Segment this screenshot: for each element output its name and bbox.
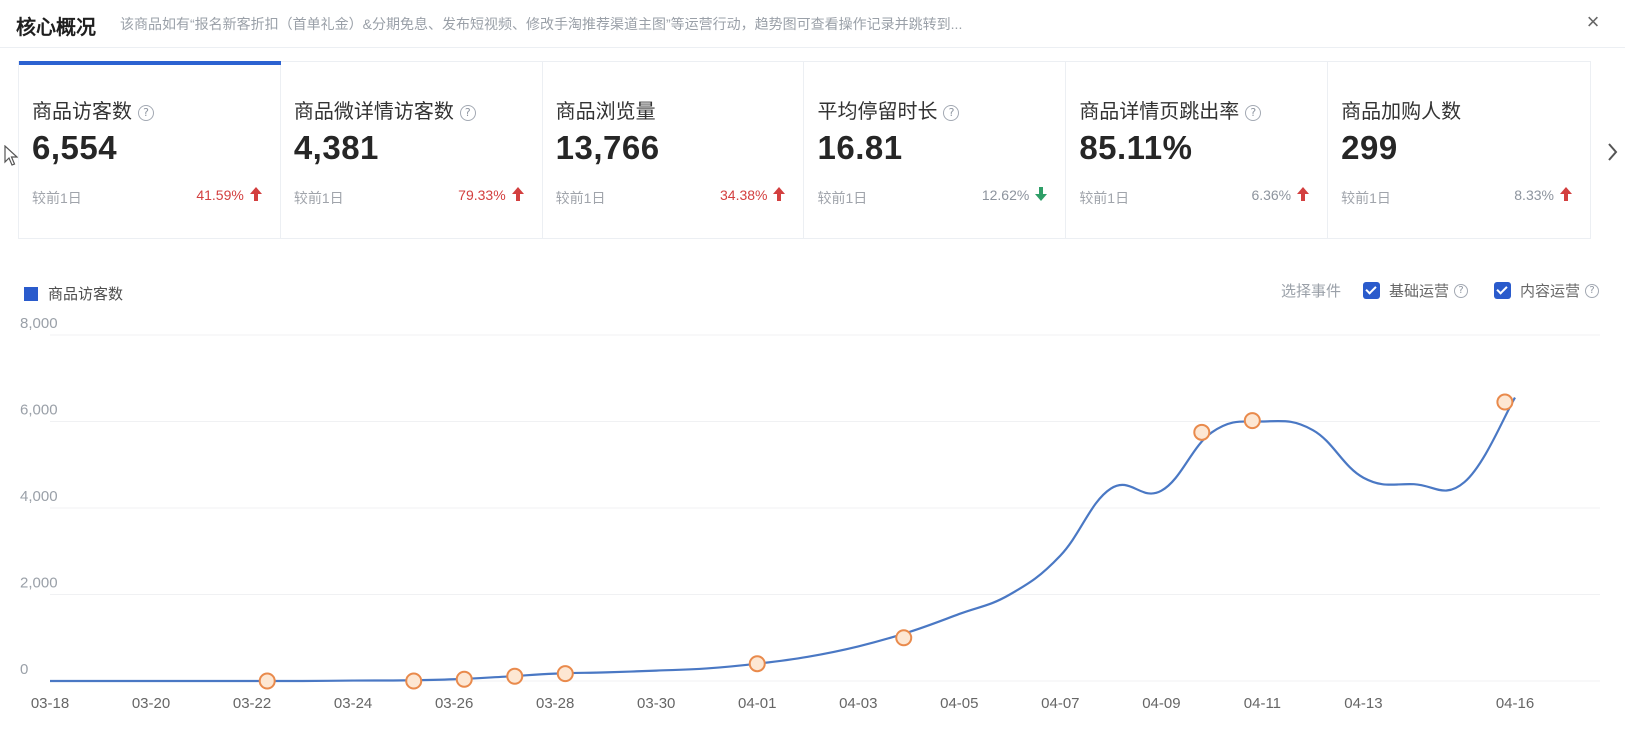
metric-change: 34.38% — [720, 187, 786, 203]
x-tick-label: 03-20 — [132, 695, 170, 712]
metric-compare-label: 较前1日 — [817, 190, 868, 206]
metric-change-value: 34.38% — [720, 187, 768, 203]
series-line-visitors — [50, 396, 1516, 683]
metric-change: 6.36% — [1251, 187, 1310, 203]
metric-label: 平均停留时长 — [817, 101, 938, 123]
x-tick-label: 04-01 — [738, 695, 776, 712]
event-marker[interactable] — [748, 655, 766, 673]
event-marker[interactable] — [506, 667, 524, 685]
metric-change: 41.59% — [196, 187, 262, 203]
arrow-up-icon — [773, 187, 786, 201]
checkbox-checked-icon[interactable] — [1362, 282, 1380, 299]
metric-label: 商品加购人数 — [1341, 101, 1462, 123]
help-icon[interactable]: ? — [1585, 283, 1599, 298]
close-icon[interactable]: × — [1581, 10, 1605, 34]
metric-compare-label: 较前1日 — [1079, 190, 1130, 206]
metric-compare-label: 较前1日 — [1341, 190, 1391, 206]
metric-card-pageviews[interactable]: 商品浏览量 13,766 较前1日 34.38% — [543, 62, 805, 238]
help-icon[interactable]: ? — [459, 105, 476, 121]
arrow-down-icon — [1035, 187, 1048, 201]
event-option-label: 基础运营 — [1388, 283, 1449, 300]
x-tick-label: 04-09 — [1142, 695, 1180, 712]
x-tick-label: 03-18 — [31, 695, 69, 712]
header: 核心概况 该商品如有“报名新客折扣（首单礼金）&分期免息、发布短视频、修改手淘推… — [0, 0, 1625, 48]
event-marker[interactable] — [556, 665, 574, 683]
chevron-right-icon[interactable] — [1604, 138, 1622, 166]
arrow-up-icon — [511, 187, 524, 201]
arrow-up-icon — [249, 187, 262, 201]
metric-card-bounce-rate[interactable]: 商品详情页跳出率? 85.11% 较前1日 6.36% — [1066, 62, 1329, 238]
metric-card-micro-detail-visitors[interactable]: 商品微详情访客数? 4,381 较前1日 79.33% — [281, 62, 543, 238]
event-option-basic[interactable]: 基础运营 ? — [1362, 280, 1468, 301]
metric-value: 299 — [1341, 129, 1398, 166]
metric-change-value: 79.33% — [458, 187, 506, 203]
metric-label: 商品微详情访客数 — [293, 101, 454, 123]
y-tick-label: 6,000 — [20, 402, 58, 419]
help-icon[interactable]: ? — [1453, 283, 1468, 298]
y-tick-label: 2,000 — [20, 575, 58, 592]
metric-change-value: 8.33% — [1514, 187, 1554, 203]
metric-value: 13,766 — [555, 129, 660, 166]
metric-compare-label: 较前1日 — [555, 190, 606, 206]
event-marker[interactable] — [1243, 412, 1261, 430]
event-option-label: 内容运营 — [1519, 283, 1580, 300]
metric-change-value: 12.62% — [981, 187, 1030, 203]
metric-label: 商品访客数 — [32, 101, 132, 123]
metric-value: 6,554 — [32, 129, 118, 166]
event-marker[interactable] — [1193, 423, 1211, 441]
page-title: 核心概况 — [16, 17, 96, 39]
help-icon[interactable]: ? — [943, 105, 960, 121]
x-tick-label: 04-11 — [1244, 695, 1281, 712]
visitor-trend-chart: 0 2,000 4,000 6,000 8,000 03-18 03-20 03-22 03-2… — [20, 315, 1600, 712]
metric-value: 4,381 — [293, 129, 379, 166]
event-marker[interactable] — [895, 629, 913, 647]
arrow-up-icon — [1559, 187, 1572, 201]
metric-value: 85.11% — [1079, 129, 1193, 166]
arrow-up-icon — [1297, 187, 1310, 201]
metric-change: 79.33% — [458, 187, 524, 203]
event-selector-label: 选择事件 — [1280, 283, 1341, 300]
x-tick-label: 03-30 — [637, 695, 675, 712]
event-marker[interactable] — [1496, 393, 1514, 411]
help-icon[interactable]: ? — [1245, 105, 1262, 121]
x-tick-label: 04-16 — [1496, 695, 1534, 712]
x-tick-label: 03-28 — [536, 695, 574, 712]
metric-label: 商品浏览量 — [555, 101, 656, 123]
x-tick-label: 04-03 — [839, 695, 877, 712]
x-tick-label: 03-24 — [334, 695, 372, 712]
legend-swatch — [24, 287, 38, 301]
page-description: 该商品如有“报名新客折扣（首单礼金）&分期免息、发布短视频、修改手淘推荐渠道主图… — [120, 16, 963, 32]
event-marker[interactable] — [258, 672, 276, 690]
x-tick-label: 03-26 — [435, 695, 473, 712]
y-tick-label: 8,000 — [20, 315, 58, 332]
metric-change-value: 41.59% — [196, 187, 244, 203]
metric-card-visitors[interactable]: 商品访客数? 6,554 较前1日 41.59% — [19, 61, 281, 238]
event-selector: 选择事件 基础运营 ? 内容运营 ? — [1281, 280, 1599, 301]
metric-card-avg-stay-time[interactable]: 平均停留时长? 16.81 较前1日 12.62% — [804, 62, 1067, 238]
event-marker[interactable] — [455, 670, 473, 688]
y-tick-label: 0 — [20, 661, 28, 678]
x-tick-label: 04-05 — [940, 695, 978, 712]
event-marker[interactable] — [405, 672, 423, 690]
metric-value: 16.81 — [817, 129, 903, 166]
metric-cards: 商品访客数? 6,554 较前1日 41.59% 商品微详情访客数? 4,381… — [18, 61, 1591, 239]
x-tick-label: 04-13 — [1344, 695, 1382, 712]
y-tick-label: 4,000 — [20, 488, 58, 505]
metric-compare-label: 较前1日 — [293, 190, 344, 206]
metric-card-add-to-cart[interactable]: 商品加购人数 299 较前1日 8.33% — [1328, 62, 1590, 238]
metric-change: 12.62% — [981, 187, 1048, 203]
event-option-content[interactable]: 内容运营 ? — [1493, 280, 1599, 301]
help-icon[interactable]: ? — [138, 105, 154, 121]
metric-change: 8.33% — [1514, 187, 1572, 203]
metric-label: 商品详情页跳出率 — [1079, 101, 1240, 123]
x-tick-label: 03-22 — [233, 695, 271, 712]
x-tick-label: 04-07 — [1041, 695, 1079, 712]
checkbox-checked-icon[interactable] — [1493, 282, 1511, 299]
metric-compare-label: 较前1日 — [32, 190, 82, 206]
metric-change-value: 6.36% — [1251, 187, 1292, 203]
